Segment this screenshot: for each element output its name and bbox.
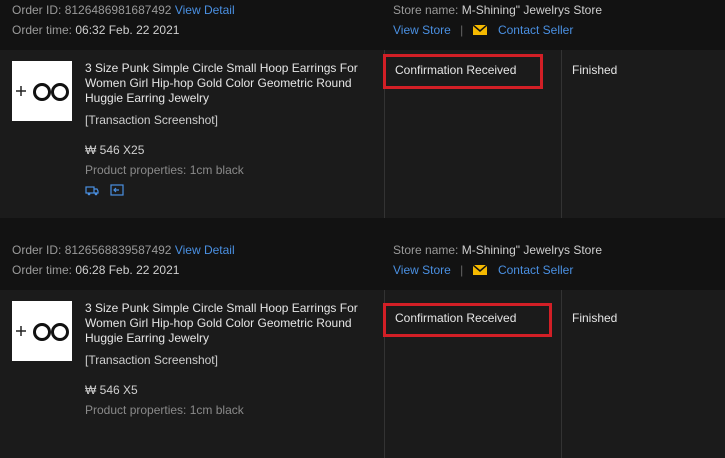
order-time-value: 06:32 Feb. 22 2021	[75, 23, 180, 37]
store-name-label: Store name:	[393, 243, 459, 257]
order-id-label: Order ID:	[12, 243, 62, 257]
product-image[interactable]	[12, 61, 72, 121]
product-action-icons	[85, 184, 132, 199]
link-separator: |	[460, 23, 464, 37]
order-time-label: Order time:	[12, 263, 73, 277]
view-store-link[interactable]: View Store	[393, 263, 451, 277]
return-icon[interactable]	[110, 184, 124, 199]
mail-icon	[472, 25, 487, 35]
view-detail-link[interactable]: View Detail	[175, 243, 235, 257]
order-id-value: 8126486981687492	[64, 3, 172, 17]
product-title-link[interactable]: 3 Size Punk Simple Circle Small Hoop Ear…	[85, 301, 375, 346]
order-time-value: 06:28 Feb. 22 2021	[75, 263, 180, 277]
order-time-label: Order time:	[12, 23, 73, 37]
product-image[interactable]	[12, 301, 72, 361]
store-name-value: M-Shining" Jewelrys Store	[461, 3, 603, 17]
view-store-link[interactable]: View Store	[393, 23, 451, 37]
order-id-label: Order ID:	[12, 3, 62, 17]
store-actions-row: View Store | Contact Seller	[393, 23, 573, 37]
price-quantity: ₩ 546 X5	[85, 383, 138, 397]
view-detail-link[interactable]: View Detail	[175, 3, 235, 17]
transaction-screenshot-link[interactable]: [Transaction Screenshot]	[85, 113, 218, 127]
order-time-row: Order time: 06:28 Feb. 22 2021	[12, 263, 179, 277]
price-quantity: ₩ 546 X25	[85, 143, 145, 157]
store-actions-row: View Store | Contact Seller	[393, 263, 573, 277]
store-name-value: M-Shining" Jewelrys Store	[461, 243, 603, 257]
order-result: Finished	[572, 63, 618, 77]
hoop-earrings-icon	[16, 83, 69, 101]
contact-seller-link[interactable]: Contact Seller	[498, 23, 573, 37]
order-id-row: Order ID: 8126568839587492 View Detail	[12, 243, 235, 257]
store-name-row: Store name: M-Shining" Jewelrys Store	[393, 3, 602, 17]
link-separator: |	[460, 263, 464, 277]
order-id-row: Order ID: 8126486981687492 View Detail	[12, 3, 235, 17]
order-body: 3 Size Punk Simple Circle Small Hoop Ear…	[0, 50, 725, 218]
mail-icon	[472, 265, 487, 275]
order-status: Confirmation Received	[395, 63, 517, 77]
store-name-label: Store name:	[393, 3, 459, 17]
transaction-screenshot-link[interactable]: [Transaction Screenshot]	[85, 353, 218, 367]
order-id-value: 8126568839587492	[64, 243, 172, 257]
product-properties: Product properties: 1cm black	[85, 403, 244, 417]
hoop-earrings-icon	[16, 323, 69, 341]
store-name-row: Store name: M-Shining" Jewelrys Store	[393, 243, 602, 257]
order-header: Order ID: 8126486981687492 View Detail O…	[0, 0, 725, 50]
product-properties: Product properties: 1cm black	[85, 163, 244, 177]
contact-seller-link[interactable]: Contact Seller	[498, 263, 573, 277]
order-result: Finished	[572, 311, 618, 325]
order-time-row: Order time: 06:32 Feb. 22 2021	[12, 23, 179, 37]
order-header: Order ID: 8126568839587492 View Detail O…	[0, 232, 725, 290]
order-status: Confirmation Received	[395, 311, 517, 325]
product-title-link[interactable]: 3 Size Punk Simple Circle Small Hoop Ear…	[85, 61, 375, 106]
column-divider	[561, 50, 562, 218]
truck-icon[interactable]	[85, 184, 99, 199]
